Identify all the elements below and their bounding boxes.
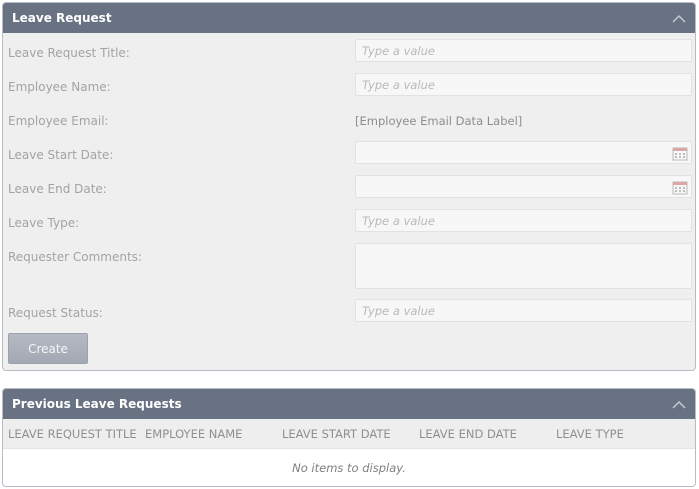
employee-email-value: [Employee Email Data Label] [355, 114, 523, 128]
empty-state-message: No items to display. [292, 461, 406, 475]
create-button[interactable]: Create [8, 333, 88, 364]
column-header-leave-end-date[interactable]: LEAVE END DATE [414, 427, 551, 441]
column-header-leave-start-date[interactable]: LEAVE START DATE [277, 427, 414, 441]
panel-title: Previous Leave Requests [12, 397, 182, 411]
column-header-leave-request-title[interactable]: LEAVE REQUEST TITLE [3, 427, 140, 441]
column-header-leave-type[interactable]: LEAVE TYPE [551, 427, 688, 441]
requester-comments-label: Requester Comments: [8, 250, 142, 264]
leave-request-panel: Leave Request Leave Request Title: Emplo… [2, 2, 696, 371]
leave-type-input[interactable] [355, 209, 692, 232]
requester-comments-textarea[interactable] [355, 243, 692, 289]
employee-name-label: Employee Name: [8, 80, 111, 94]
calendar-icon[interactable] [672, 145, 688, 161]
request-status-input[interactable] [355, 299, 692, 322]
leave-start-date-label: Leave Start Date: [8, 148, 114, 162]
leave-type-label: Leave Type: [8, 216, 80, 230]
calendar-icon[interactable] [672, 179, 688, 195]
leave-start-date-input[interactable] [355, 141, 692, 164]
previous-leave-requests-panel: Previous Leave Requests LEAVE REQUEST TI… [2, 388, 696, 487]
employee-name-input[interactable] [355, 73, 692, 96]
leave-request-title-input[interactable] [355, 39, 692, 62]
column-header-employee-name[interactable]: EMPLOYEE NAME [140, 427, 277, 441]
employee-email-label: Employee Email: [8, 114, 109, 128]
leave-request-title-label: Leave Request Title: [8, 46, 130, 60]
leave-end-date-input[interactable] [355, 175, 692, 198]
previous-leave-requests-header: Previous Leave Requests [3, 389, 695, 419]
leave-end-date-label: Leave End Date: [8, 182, 107, 196]
request-status-label: Request Status: [8, 306, 103, 320]
chevron-up-icon[interactable] [671, 10, 687, 26]
leave-request-panel-header: Leave Request [3, 3, 695, 33]
grid-header-row: LEAVE REQUEST TITLE EMPLOYEE NAME LEAVE … [3, 419, 695, 449]
panel-title: Leave Request [12, 11, 112, 25]
chevron-up-icon[interactable] [671, 396, 687, 412]
